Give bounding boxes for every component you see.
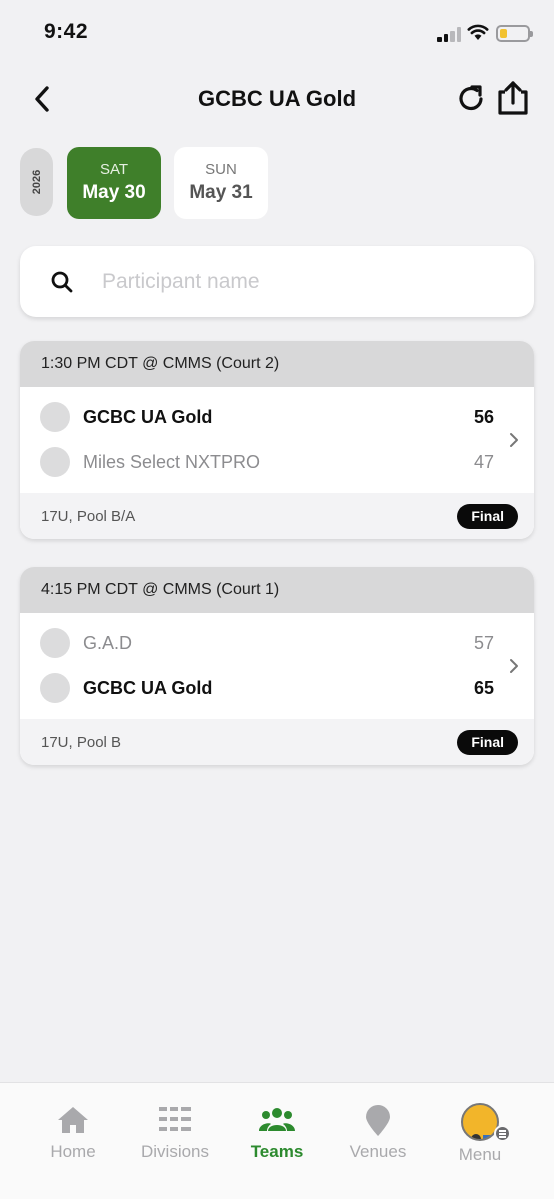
status-time: 9:42: [44, 20, 89, 43]
wifi-icon: [467, 24, 489, 40]
date-chip-sun[interactable]: SUN May 31: [174, 147, 268, 219]
status-badge: Final: [457, 504, 518, 529]
team-avatar: [40, 447, 70, 477]
team-avatar: [40, 673, 70, 703]
home-icon: [58, 1107, 88, 1133]
team-name: GCBC UA Gold: [83, 678, 213, 698]
bottom-tab-bar: Home Divisions Teams Venues Menu: [0, 1082, 554, 1199]
tab-label: Teams: [250, 1142, 304, 1161]
game-footer: 17U, Pool B/A Final: [20, 493, 534, 539]
game-time-venue: 4:15 PM CDT @ CMMS (Court 1): [20, 567, 534, 613]
tab-label: Home: [50, 1142, 96, 1161]
tab-label: Venues: [349, 1142, 407, 1161]
tab-label: Divisions: [140, 1142, 210, 1161]
day-date: May 30: [82, 182, 146, 203]
game-time-venue: 1:30 PM CDT @ CMMS (Court 2): [20, 341, 534, 387]
participant-search-input[interactable]: [102, 266, 502, 298]
game-card[interactable]: 4:15 PM CDT @ CMMS (Court 1) G.A.D 57 GC…: [20, 567, 534, 765]
teams-icon: [259, 1108, 295, 1131]
tab-label: Menu: [458, 1145, 502, 1164]
team-row: GCBC UA Gold 65: [20, 668, 534, 708]
share-button[interactable]: [496, 80, 530, 116]
game-footer: 17U, Pool B Final: [20, 719, 534, 765]
year-label: 2026: [30, 169, 43, 195]
tab-menu[interactable]: Menu: [425, 1083, 535, 1173]
search-box: [20, 246, 534, 317]
team-score: 47: [473, 452, 494, 472]
day-date: May 31: [189, 182, 253, 203]
division-label: 17U, Pool B: [41, 734, 122, 751]
chevron-right-icon: [510, 433, 518, 447]
venue-pin-icon: [366, 1105, 390, 1136]
day-of-week: SUN: [205, 161, 237, 178]
team-score: 57: [473, 633, 494, 653]
year-chip: 2026: [20, 148, 53, 216]
team-name: Miles Select NXTPRO: [83, 452, 261, 472]
tab-venues[interactable]: Venues: [323, 1083, 433, 1173]
game-card[interactable]: 1:30 PM CDT @ CMMS (Court 2) GCBC UA Gol…: [20, 341, 534, 539]
date-chip-sat[interactable]: SAT May 30: [67, 147, 161, 219]
team-name: GCBC UA Gold: [83, 407, 213, 427]
search-icon: [51, 271, 73, 293]
team-row: Miles Select NXTPRO 47: [20, 442, 534, 482]
day-of-week: SAT: [99, 161, 129, 178]
app-header: GCBC UA Gold: [0, 74, 554, 124]
tab-home[interactable]: Home: [18, 1083, 128, 1173]
cellular-signal-icon: [437, 26, 463, 42]
team-name: G.A.D: [83, 633, 133, 653]
status-bar: 9:42: [0, 0, 554, 64]
chevron-right-icon: [510, 659, 518, 673]
tab-teams[interactable]: Teams: [222, 1083, 332, 1173]
tab-divisions[interactable]: Divisions: [120, 1083, 230, 1173]
battery-icon: [496, 25, 533, 42]
refresh-button[interactable]: [456, 83, 488, 115]
team-score: 56: [473, 407, 494, 427]
team-score: 65: [473, 678, 494, 698]
team-row: GCBC UA Gold 56: [20, 397, 534, 437]
menu-list-icon: [494, 1125, 511, 1142]
division-label: 17U, Pool B/A: [41, 508, 136, 525]
divisions-icon: [159, 1107, 191, 1131]
team-avatar: [40, 628, 70, 658]
team-row: G.A.D 57: [20, 623, 534, 663]
team-avatar: [40, 402, 70, 432]
status-badge: Final: [457, 730, 518, 755]
